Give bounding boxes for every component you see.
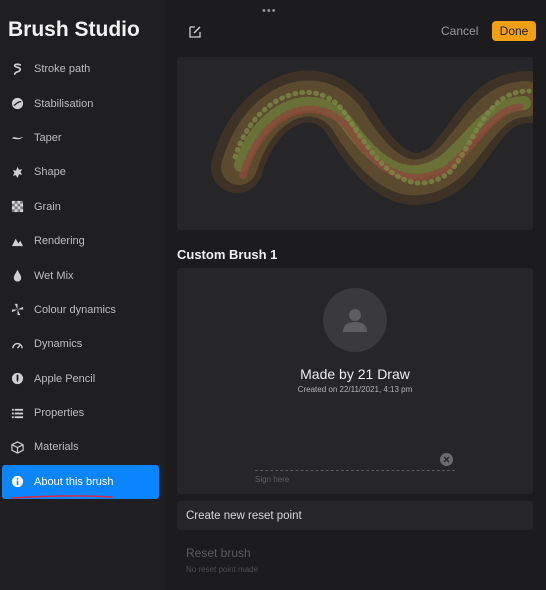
colour-dynamics-icon (10, 303, 24, 317)
red-underline-annotation (11, 495, 113, 499)
sidebar-item-stabilisation[interactable]: Stabilisation (0, 86, 165, 120)
sidebar-item-label: Properties (34, 407, 85, 420)
brush-stroke-image (211, 70, 533, 205)
sidebar-list: Stroke path Stabilisation Taper Shape Gr… (0, 52, 165, 500)
dynamics-icon (10, 337, 24, 351)
sidebar-item-label: Rendering (34, 235, 85, 248)
sidebar-item-label: Dynamics (34, 338, 83, 351)
edit-icon[interactable] (187, 24, 203, 40)
clear-signature-icon[interactable] (440, 453, 453, 466)
rendering-icon (10, 234, 24, 248)
sidebar-item-shape[interactable]: Shape (0, 155, 165, 189)
sidebar-item-wet-mix[interactable]: Wet Mix (0, 258, 165, 292)
sign-here-label: Sign here (255, 475, 290, 484)
sidebar-item-label: Grain (34, 200, 61, 213)
sidebar-item-dynamics[interactable]: Dynamics (0, 327, 165, 361)
create-reset-point-button[interactable]: Create new reset point (177, 501, 533, 530)
sidebar-item-taper[interactable]: Taper (0, 121, 165, 155)
sidebar-item-apple-pencil[interactable]: Apple Pencil (0, 362, 165, 396)
sidebar-item-label: Stroke path (34, 63, 91, 76)
properties-icon (10, 406, 24, 420)
window-grabber[interactable]: ••• (262, 5, 277, 17)
sidebar-item-stroke-path[interactable]: Stroke path (0, 52, 165, 86)
materials-icon (10, 440, 24, 454)
sidebar-item-label: Materials (34, 441, 79, 454)
shape-icon (10, 165, 24, 179)
stroke-path-icon (10, 62, 24, 76)
wet-mix-icon (10, 269, 24, 283)
sidebar-item-label: Apple Pencil (34, 372, 96, 385)
done-button[interactable]: Done (492, 21, 536, 41)
cancel-button[interactable]: Cancel (441, 24, 478, 38)
apple-pencil-icon (10, 372, 24, 386)
sidebar-item-materials[interactable]: Materials (0, 430, 165, 464)
reset-status-text: No reset point made (186, 565, 259, 574)
sidebar-item-label: Stabilisation (34, 97, 94, 110)
brush-name: Custom Brush 1 (177, 247, 278, 262)
brush-stroke-preview[interactable] (177, 57, 533, 230)
sidebar-item-label: Colour dynamics (34, 303, 116, 316)
main-panel: ••• Cancel Done Custom Brush 1 Made by 2… (165, 0, 546, 590)
taper-icon (10, 131, 24, 145)
person-icon (343, 309, 367, 332)
sidebar-item-label: About this brush (34, 475, 114, 488)
brush-info-card: Made by 21 Draw Created on 22/11/2021, 4… (177, 268, 533, 494)
stabilisation-icon (10, 97, 24, 111)
created-on-text: Created on 22/11/2021, 4:13 pm (297, 385, 413, 394)
app-title: Brush Studio (8, 18, 140, 41)
made-by-text[interactable]: Made by 21 Draw (177, 366, 533, 382)
sidebar-item-rendering[interactable]: Rendering (0, 224, 165, 258)
info-icon (10, 475, 24, 489)
sidebar-item-grain[interactable]: Grain (0, 190, 165, 224)
sidebar-item-label: Taper (34, 131, 62, 144)
reset-brush-button[interactable]: Reset brush (186, 546, 251, 560)
sidebar-item-label: Shape (34, 166, 66, 179)
avatar[interactable] (323, 288, 387, 352)
sidebar-item-about-this-brush[interactable]: About this brush (2, 464, 159, 500)
grain-icon (10, 200, 24, 214)
signature-field[interactable] (255, 470, 455, 471)
sidebar-item-colour-dynamics[interactable]: Colour dynamics (0, 293, 165, 327)
sidebar-item-properties[interactable]: Properties (0, 396, 165, 430)
sidebar: Brush Studio Stroke path Stabilisation T… (0, 0, 165, 590)
sidebar-item-label: Wet Mix (34, 269, 74, 282)
